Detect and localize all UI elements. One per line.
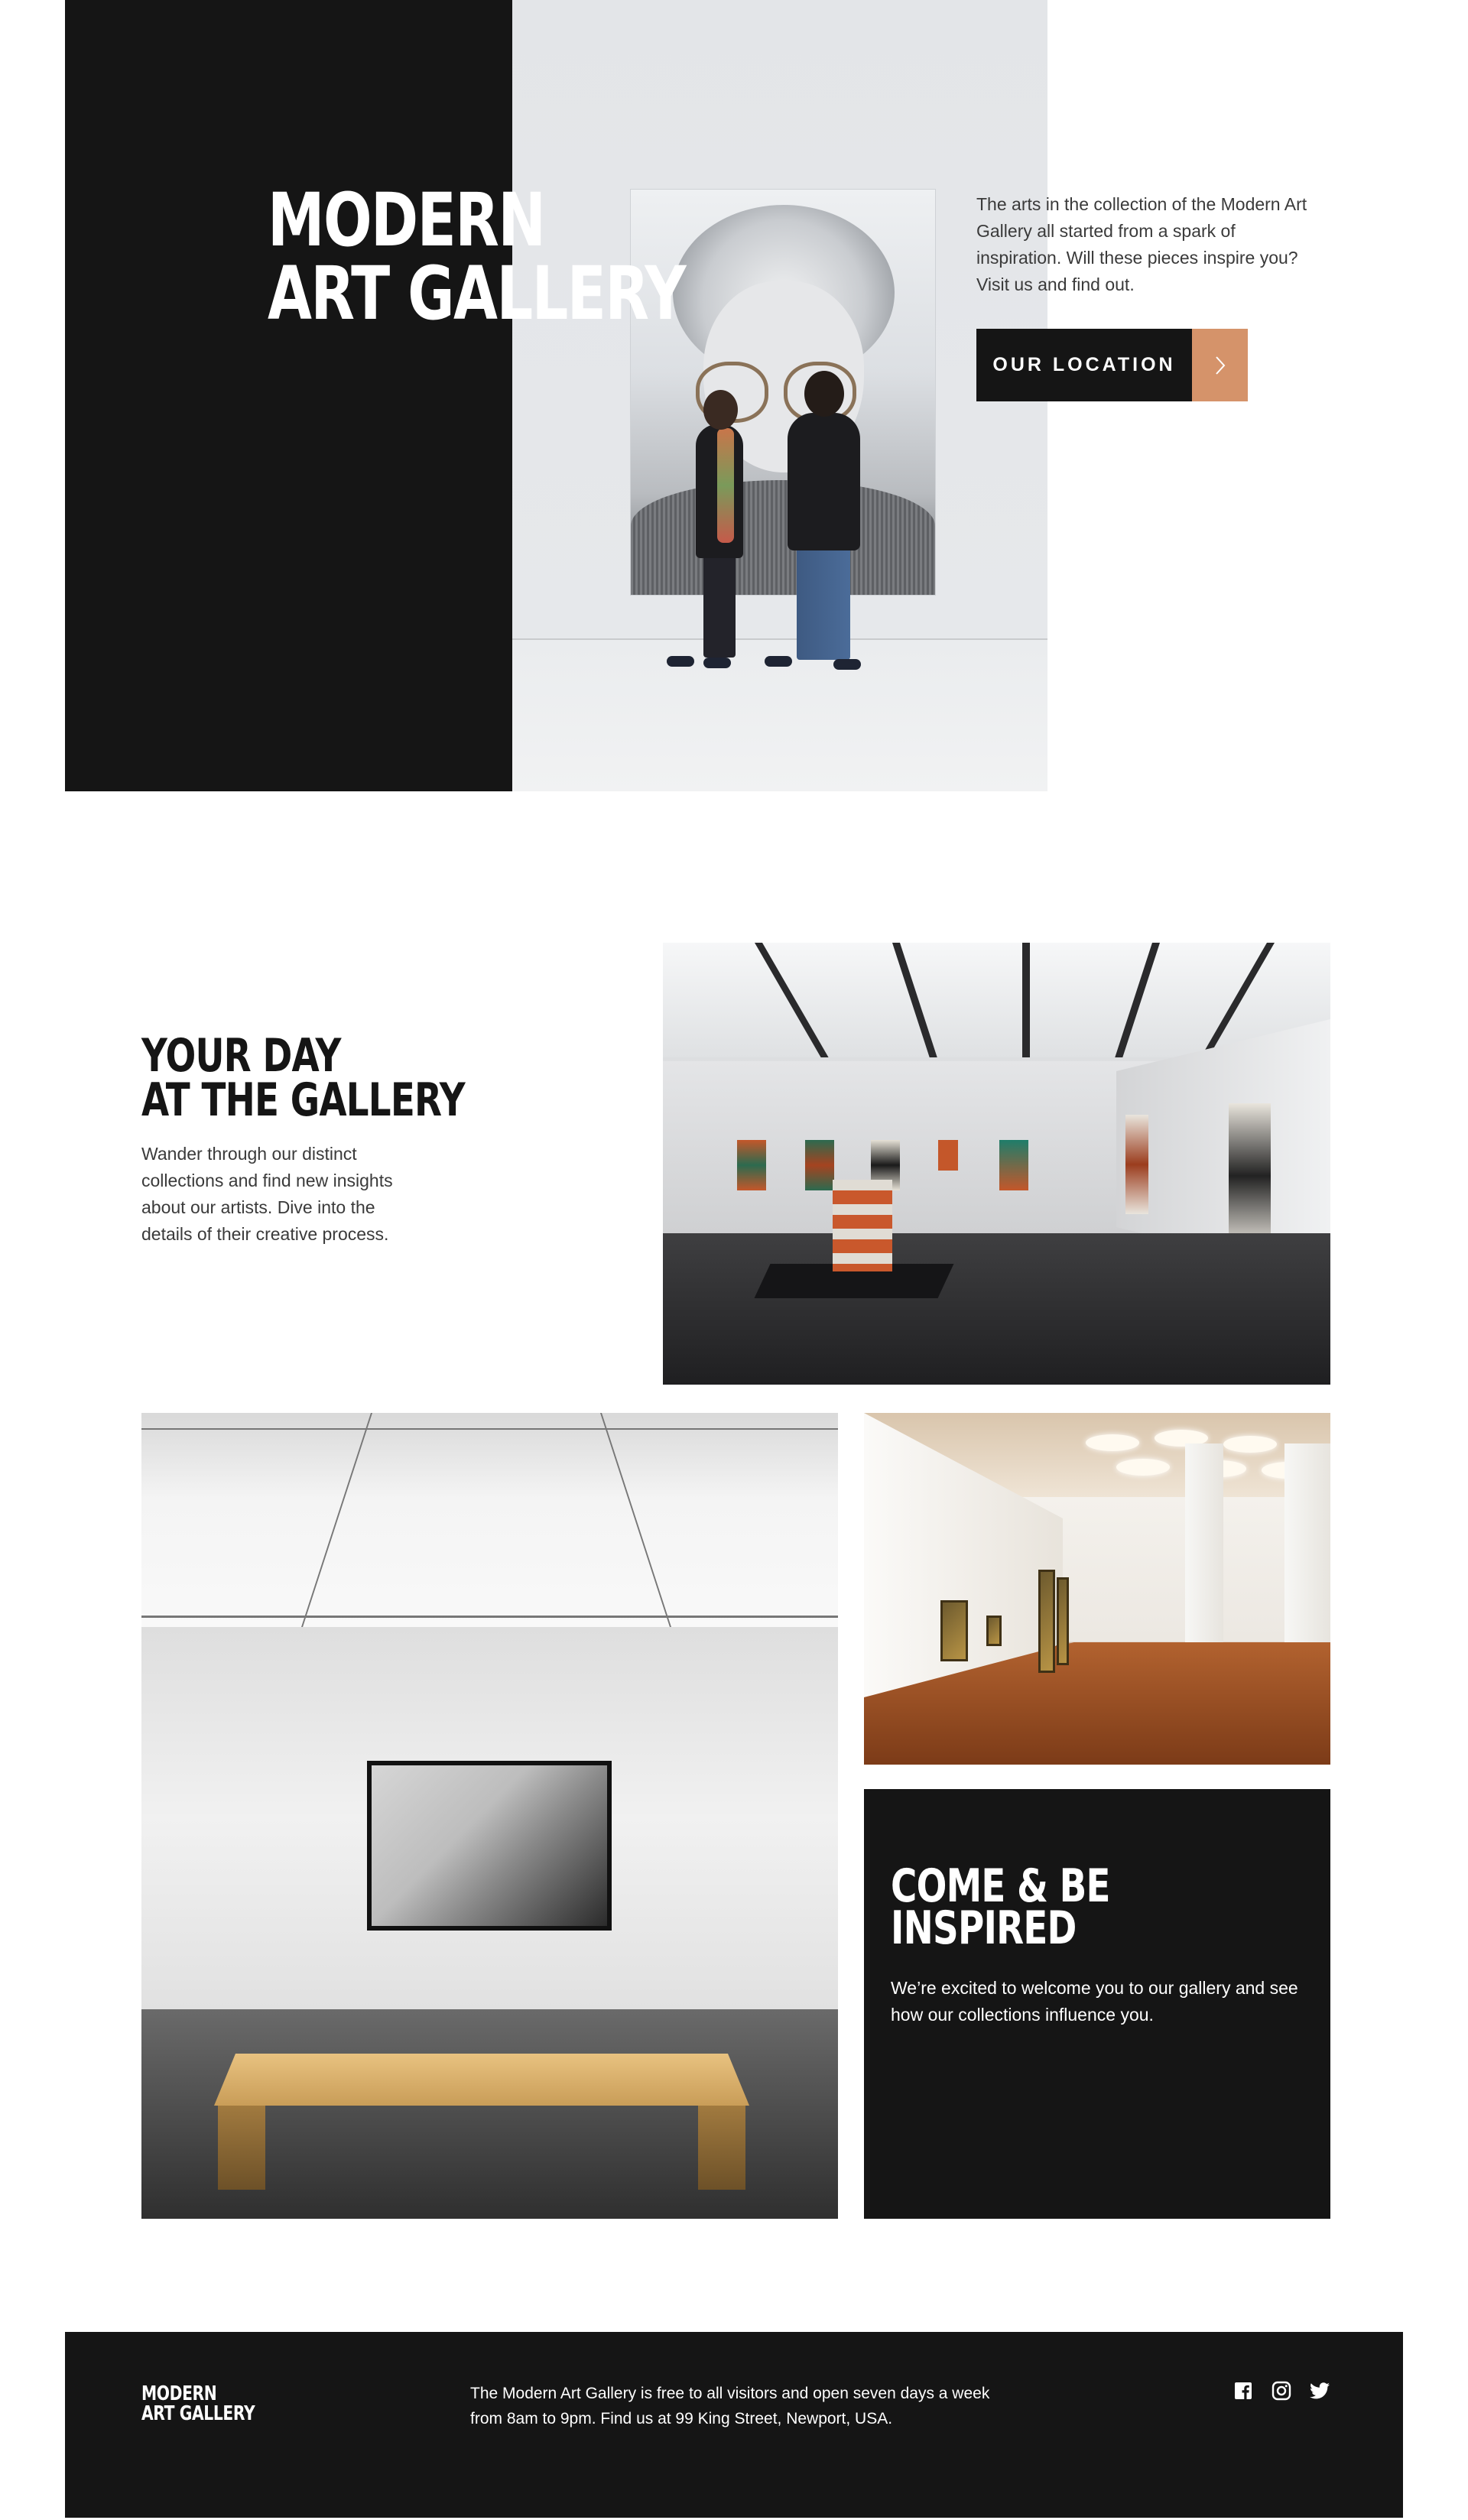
chevron-right-icon [1192,329,1248,401]
footer-logo-line2: ART GALLERY [141,2402,255,2425]
facebook-icon[interactable] [1232,2379,1255,2402]
inspire-text: We’re excited to welcome you to our gall… [891,1978,1298,2025]
instagram-icon[interactable] [1270,2379,1293,2402]
hero-title-line1: MODERN [268,177,546,263]
our-location-label: OUR LOCATION [976,329,1192,401]
hero-dark-panel [65,0,512,791]
classic-hall-photo [864,1413,1330,1765]
site-footer: MODERN ART GALLERY The Modern Art Galler… [65,2332,1403,2518]
footer-info-text: The Modern Art Gallery is free to all vi… [470,2385,990,2427]
bench-room-photo [141,1413,838,2219]
gallery-hall-photo [663,943,1330,1385]
day-section-text: Wander through our distinct collections … [141,1144,393,1244]
footer-logo-line1: MODERN [141,2382,217,2405]
framed-artwork [367,1761,612,1931]
day-title-line1: YOUR DAY [141,1029,341,1083]
hero-title-line2: ART GALLERY [268,251,687,336]
twitter-icon[interactable] [1308,2379,1331,2402]
footer-logo[interactable]: MODERN ART GALLERY [141,2384,255,2424]
inspire-title-line2: INSPIRED [891,1901,1077,1955]
bench [214,2054,749,2106]
hero-intro-text: The arts in the collection of the Modern… [976,194,1307,294]
our-location-button[interactable]: OUR LOCATION [976,329,1248,401]
inspire-panel: COME & BE INSPIRED We’re excited to welc… [864,1789,1330,2219]
hero-gallery-photo [512,0,1047,791]
inspire-title: COME & BE INSPIRED [891,1863,1110,1955]
hero-title: MODERN ART GALLERY [268,177,687,336]
day-title-line2: AT THE GALLERY [141,1073,466,1127]
day-section-title: YOUR DAY AT THE GALLERY [141,1029,466,1127]
